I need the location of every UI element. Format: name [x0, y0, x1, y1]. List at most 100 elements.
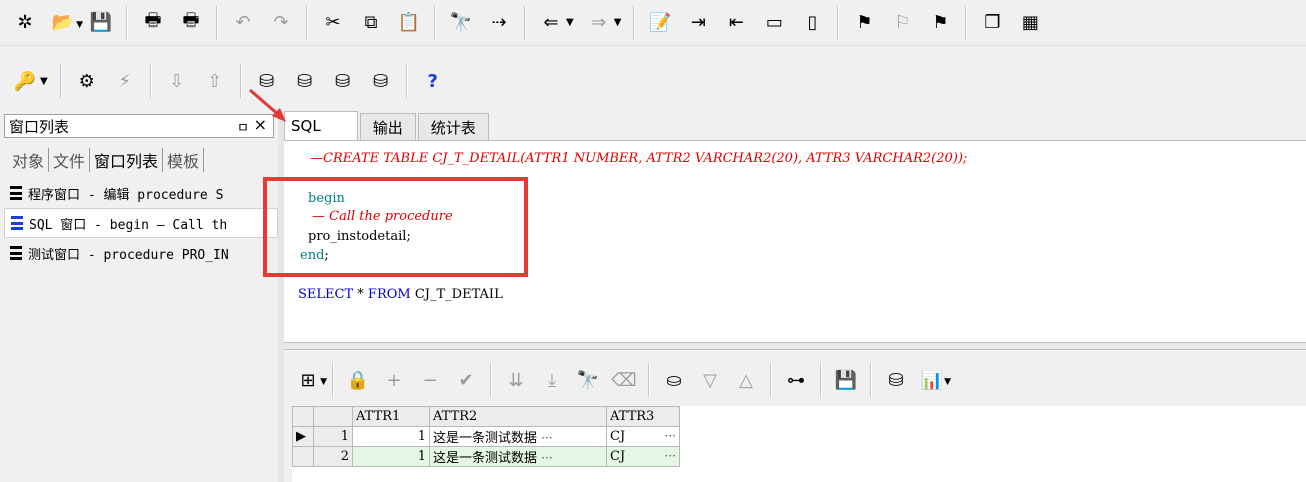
last-page-icon[interactable]: ⤓ [535, 363, 569, 397]
ellipsis-button[interactable]: ··· [541, 451, 552, 465]
ellipsis-button[interactable]: ··· [541, 431, 552, 445]
find-icon[interactable]: 🔭 [443, 6, 479, 40]
code-line: SELECT * FROM CJ_T_DETAIL [298, 287, 503, 302]
windows-icon[interactable]: ❐ [974, 6, 1010, 40]
find-next-icon[interactable]: ⇢ [481, 6, 517, 40]
tab-output[interactable]: 输出 [359, 113, 416, 140]
new-icon[interactable]: ✲ [7, 6, 43, 40]
open-icon[interactable]: 📂 ▼ [45, 6, 83, 40]
column-header[interactable]: ATTR3 [606, 406, 680, 427]
separator [770, 363, 772, 397]
window-list-panel: 窗口列表 ㅁ × 对象 文件 窗口列表 模板 程序窗口 - 编辑 procedu… [0, 112, 278, 482]
key-icon[interactable]: 🔑 [7, 64, 43, 98]
editor-result-splitter[interactable] [284, 342, 1306, 350]
table-cell[interactable]: 1 [352, 446, 430, 467]
grid-select-icon[interactable]: ⊞ ▼ [291, 363, 327, 397]
rollback-icon[interactable]: ⇧ [197, 64, 233, 98]
import-icon[interactable]: ⇐ [533, 6, 569, 40]
tab-window-list[interactable]: 窗口列表 [90, 148, 164, 172]
print-preview-icon[interactable]: 🖶 [173, 6, 209, 40]
break-icon[interactable]: ⚡ [107, 64, 143, 98]
commit-icon[interactable]: ⇩ [159, 64, 195, 98]
clear-icon[interactable]: ⌫ [607, 363, 641, 397]
execute-gear-icon[interactable]: ⚙ [69, 64, 105, 98]
tab-statistics[interactable]: 统计表 [417, 113, 489, 140]
panel-header: 窗口列表 ㅁ × [4, 114, 274, 138]
table-cell[interactable]: CJ ··· [606, 446, 680, 467]
separator [59, 64, 62, 98]
row-number: 2 [313, 446, 353, 467]
insert-record-icon[interactable]: + [377, 363, 411, 397]
tree-view-icon[interactable]: ⊶ [779, 363, 813, 397]
print-icon[interactable]: 🖶 [135, 6, 171, 40]
undo-icon[interactable]: ↶ [225, 6, 261, 40]
next-page-icon[interactable]: ⇊ [499, 363, 533, 397]
list-item-program-window[interactable]: 程序窗口 - 编辑 procedure S [4, 178, 278, 208]
unindent-icon[interactable]: ⇤ [718, 6, 754, 40]
row-number: 1 [313, 426, 353, 447]
list-item-test-window[interactable]: 测试窗口 - procedure PRO_IN [4, 238, 278, 268]
tab-templates[interactable]: 模板 [163, 148, 205, 172]
cut-icon[interactable]: ✂ [315, 6, 351, 40]
list-item-label: 程序窗口 - 编辑 procedure S [28, 187, 224, 203]
table-cell[interactable]: 这是一条测试数据 ··· [429, 426, 607, 447]
save-results-icon[interactable]: 💾 [829, 363, 863, 397]
main-toolbar: ✲ 📂 ▼ 💾 🖶 🖶 ↶ ↷ ✂ ⧉ 📋 🔭 ⇢ ⇐ ▼ ⇒ ▼ 📝 ⇥ ⇤ ▭ ▯… [0, 0, 1306, 46]
sort-desc-icon[interactable]: ▽ [693, 363, 727, 397]
edit-document-icon[interactable]: 📝 [642, 6, 678, 40]
table-cell[interactable]: 1 [352, 426, 430, 447]
db-session-icon[interactable]: ⛁ [325, 64, 361, 98]
result-table: ATTR1 ATTR2 ATTR3 ▶ 1 1 这是一条测试数据 ··· CJ … [292, 406, 680, 467]
column-header[interactable]: ATTR1 [352, 406, 430, 427]
comment-icon[interactable]: ▭ [756, 6, 792, 40]
row-indicator [292, 446, 314, 467]
indent-icon[interactable]: ⇥ [680, 6, 716, 40]
tab-sql[interactable]: SQL [284, 111, 358, 140]
step-icon[interactable]: ⚐ [884, 6, 920, 40]
table-cell[interactable]: 这是一条测试数据 ··· [429, 446, 607, 467]
list-item-label: SQL 窗口 - begin — Call th [29, 217, 228, 233]
export-icon[interactable]: ⇒ [581, 6, 617, 40]
separator [149, 64, 152, 98]
save-icon[interactable]: 💾 [83, 6, 119, 40]
separator [870, 363, 872, 397]
list-item-sql-window[interactable]: SQL 窗口 - begin — Call th [4, 208, 278, 238]
paste-icon[interactable]: 📋 [391, 6, 427, 40]
tile-icon[interactable]: ▦ [1012, 6, 1048, 40]
window-icon [11, 216, 23, 230]
query-by-example-icon[interactable]: ⛀ [657, 363, 691, 397]
tab-files[interactable]: 文件 [49, 148, 91, 172]
copy-icon[interactable]: ⧉ [353, 6, 389, 40]
lock-icon[interactable]: 🔒 [341, 363, 375, 397]
panel-tabs: 对象 文件 窗口列表 模板 [8, 148, 205, 172]
db-sql-icon[interactable]: ⛁ [287, 64, 323, 98]
separator [239, 64, 242, 98]
code-keyword: SELECT [298, 287, 354, 302]
db-disconnect-icon[interactable]: ⛁ [363, 64, 399, 98]
current-row-indicator: ▶ [292, 426, 314, 447]
redo-icon[interactable]: ↷ [263, 6, 299, 40]
table-row[interactable]: 2 1 这是一条测试数据 ··· CJ ··· [292, 446, 680, 467]
table-row[interactable]: ▶ 1 1 这是一条测试数据 ··· CJ ··· [292, 426, 680, 447]
separator [837, 5, 840, 40]
breakpoint-icon[interactable]: ⚑ [846, 6, 882, 40]
delete-record-icon[interactable]: − [413, 363, 447, 397]
ellipsis-button[interactable]: ··· [665, 449, 676, 463]
tab-objects[interactable]: 对象 [8, 148, 50, 172]
sort-asc-icon[interactable]: △ [729, 363, 763, 397]
code-text: * [357, 287, 364, 302]
export-db-icon[interactable]: ⛁ [879, 363, 913, 397]
result-toolbar: ⊞ ▼ 🔒 + − ✔ ⇊ ⤓ 🔭 ⌫ ⛀ ▽ △ ⊶ 💾 ⛁ 📊 ▼ [290, 358, 951, 402]
separator [648, 363, 650, 397]
ellipsis-button[interactable]: ··· [665, 429, 676, 443]
table-cell[interactable]: CJ ··· [606, 426, 680, 447]
help-icon[interactable]: ? [415, 64, 451, 98]
uncomment-icon[interactable]: ▯ [794, 6, 830, 40]
post-changes-icon[interactable]: ✔ [449, 363, 483, 397]
column-header[interactable]: ATTR2 [429, 406, 607, 427]
chart-icon[interactable]: 📊 ▼ [915, 363, 951, 397]
separator [216, 5, 218, 40]
find-icon[interactable]: 🔭 [571, 363, 605, 397]
cell-value: 这是一条测试数据 [433, 431, 538, 446]
watch-icon[interactable]: ⚑ [922, 6, 958, 40]
